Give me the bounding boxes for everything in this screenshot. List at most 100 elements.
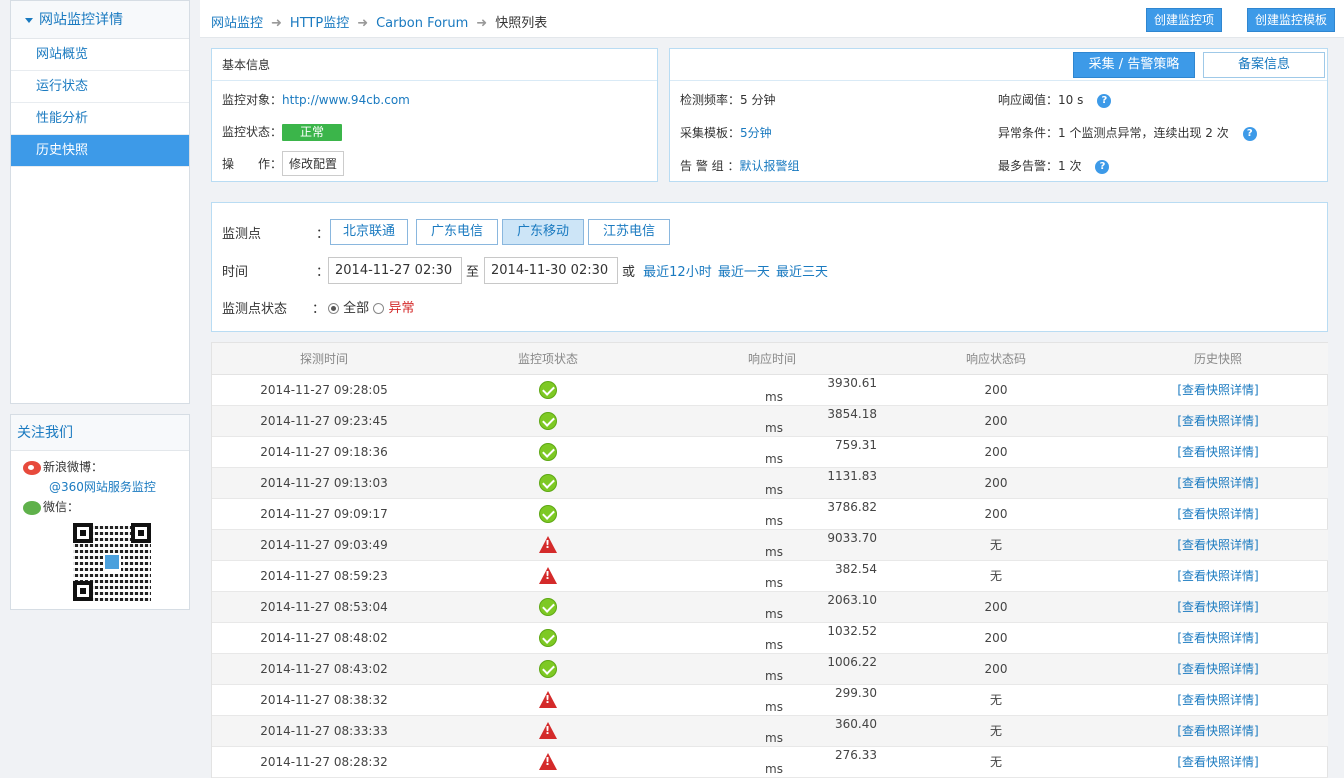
- col-header-status: 监控项状态: [436, 343, 660, 375]
- sidebar-item[interactable]: 网站概览: [11, 39, 189, 71]
- snapshot-detail-link[interactable]: [查看快照详情]: [1177, 507, 1258, 521]
- cell-status: [436, 591, 660, 623]
- response-value: 1006.22: [827, 654, 877, 669]
- breadcrumb-item-http-monitor[interactable]: HTTP监控: [290, 16, 349, 31]
- warning-triangle-icon: [539, 536, 557, 553]
- caret-down-icon: [25, 17, 33, 23]
- check-circle-icon: [539, 659, 557, 678]
- snapshot-table: 探测时间 监控项状态 响应时间 响应状态码 历史快照 2014-11-27 09…: [212, 343, 1328, 778]
- cell-time: 2014-11-27 09:28:05: [212, 374, 436, 406]
- state-all-radio[interactable]: [328, 303, 339, 314]
- quick-3d-link[interactable]: 最近三天: [776, 265, 828, 280]
- sidebar-item[interactable]: 历史快照: [11, 135, 189, 167]
- cell-time: 2014-11-27 09:18:36: [212, 436, 436, 468]
- create-monitor-template-button[interactable]: 创建监控模板: [1247, 8, 1336, 32]
- snapshot-detail-link[interactable]: [查看快照详情]: [1177, 476, 1258, 490]
- monitor-point-button[interactable]: 广东移动: [502, 219, 584, 245]
- or-label: 或: [622, 265, 636, 280]
- monitor-point-button[interactable]: 北京联通: [330, 219, 408, 245]
- cell-time: 2014-11-27 08:48:02: [212, 622, 436, 654]
- snapshot-detail-link[interactable]: [查看快照详情]: [1177, 724, 1258, 738]
- warning-triangle-icon: [539, 753, 557, 770]
- end-date-input[interactable]: 2014-11-30 02:30: [484, 257, 618, 284]
- quick-12h-link[interactable]: 最近12小时: [643, 265, 712, 280]
- response-value: 759.31: [835, 437, 877, 452]
- alert-group-link[interactable]: 默认报警组: [739, 159, 799, 173]
- start-date-input[interactable]: 2014-11-27 02:30: [328, 257, 462, 284]
- wechat-label: 微信：: [43, 500, 80, 514]
- tab-filing-info[interactable]: 备案信息: [1203, 52, 1325, 78]
- monitor-point-button[interactable]: 江苏电信: [588, 219, 670, 245]
- help-icon[interactable]: ?: [1097, 93, 1112, 108]
- cell-response: 360.40 ms: [660, 715, 884, 747]
- condition-label: 异常条件：: [998, 126, 1059, 140]
- warning-triangle-icon: [539, 722, 557, 739]
- max-alert-value: 1 次: [1058, 159, 1082, 173]
- snapshot-detail-link[interactable]: [查看快照详情]: [1177, 600, 1258, 614]
- cell-status: [436, 436, 660, 468]
- response-unit: ms: [765, 606, 783, 621]
- op-label: 操 作：: [222, 157, 283, 171]
- check-circle-icon: [539, 411, 557, 430]
- weibo-handle-link[interactable]: @360网站服务监控: [49, 480, 156, 494]
- sidebar-header[interactable]: 网站监控详情: [11, 1, 189, 39]
- status-label: 监控状态：: [222, 125, 283, 139]
- table-row: 2014-11-27 08:43:02 1006.22 ms 200 [查看快照详情]: [212, 653, 1328, 685]
- edit-config-button[interactable]: 修改配置: [282, 151, 345, 176]
- cell-snapshot: [查看快照详情]: [1108, 467, 1328, 499]
- sidebar-nav: 网站监控详情 网站概览 运行状态 性能分析 历史快照: [10, 0, 190, 404]
- cell-snapshot: [查看快照详情]: [1108, 498, 1328, 530]
- table-row: 2014-11-27 08:48:02 1032.52 ms 200 [查看快照详情]: [212, 622, 1328, 654]
- cell-code: 无: [884, 684, 1108, 716]
- target-url-link[interactable]: http://www.94cb.com: [282, 93, 410, 107]
- cell-code: 200: [884, 591, 1108, 623]
- date-to-label: 至: [466, 265, 480, 280]
- state-all-label: 全部: [343, 301, 370, 316]
- sidebar-item[interactable]: 性能分析: [11, 103, 189, 135]
- cell-response: 382.54 ms: [660, 560, 884, 592]
- snapshot-detail-link[interactable]: [查看快照详情]: [1177, 569, 1258, 583]
- state-abnormal-radio[interactable]: [373, 303, 385, 314]
- snapshot-detail-link[interactable]: [查看快照详情]: [1177, 693, 1258, 707]
- tab-alert-policy[interactable]: 采集 / 告警策略: [1073, 52, 1195, 78]
- response-unit: ms: [765, 668, 783, 683]
- response-unit: ms: [765, 761, 783, 776]
- snapshot-detail-link[interactable]: [查看快照详情]: [1177, 755, 1258, 769]
- cell-response: 2063.10 ms: [660, 591, 884, 623]
- check-circle-icon: [539, 473, 557, 492]
- quick-1d-link[interactable]: 最近一天: [718, 265, 770, 280]
- snapshot-detail-link[interactable]: [查看快照详情]: [1177, 445, 1258, 459]
- cell-snapshot: [查看快照详情]: [1108, 715, 1328, 747]
- monitor-point-button[interactable]: 广东电信: [416, 219, 498, 245]
- create-monitor-item-button[interactable]: 创建监控项: [1146, 8, 1223, 32]
- snapshot-detail-link[interactable]: [查看快照详情]: [1177, 538, 1258, 552]
- response-value: 382.54: [835, 561, 877, 576]
- cell-snapshot: [查看快照详情]: [1108, 405, 1328, 437]
- top-bar: 网站监控 ➜ HTTP监控 ➜ Carbon Forum ➜ 快照列表 创建监控项 创建监控…: [200, 0, 1344, 38]
- cell-status: [436, 653, 660, 685]
- help-icon[interactable]: ?: [1095, 159, 1110, 174]
- points-label: 监测点: [222, 227, 262, 242]
- snapshot-detail-link[interactable]: [查看快照详情]: [1177, 631, 1258, 645]
- cell-status: [436, 746, 660, 778]
- template-link[interactable]: 5分钟: [740, 126, 772, 140]
- breadcrumb-item-carbon-forum[interactable]: Carbon Forum: [376, 16, 468, 31]
- help-icon[interactable]: ?: [1242, 126, 1257, 141]
- cell-response: 3930.61 ms: [660, 374, 884, 406]
- snapshot-detail-link[interactable]: [查看快照详情]: [1177, 662, 1258, 676]
- cell-time: 2014-11-27 09:03:49: [212, 529, 436, 561]
- snapshot-detail-link[interactable]: [查看快照详情]: [1177, 383, 1258, 397]
- threshold-value: 10 s: [1058, 93, 1084, 107]
- cell-code: 200: [884, 405, 1108, 437]
- breadcrumb-item-site-monitor[interactable]: 网站监控: [211, 16, 263, 31]
- response-value: 3930.61: [827, 375, 877, 390]
- cell-response: 1032.52 ms: [660, 622, 884, 654]
- cell-status: [436, 715, 660, 747]
- state-label: 监测点状态: [222, 302, 288, 317]
- snapshot-detail-link[interactable]: [查看快照详情]: [1177, 414, 1258, 428]
- weibo-label: 新浪微博：: [43, 460, 104, 474]
- sidebar-item[interactable]: 运行状态: [11, 71, 189, 103]
- breadcrumb-arrow-icon: ➜: [476, 16, 488, 31]
- cell-time: 2014-11-27 08:43:02: [212, 653, 436, 685]
- cell-response: 9033.70 ms: [660, 529, 884, 561]
